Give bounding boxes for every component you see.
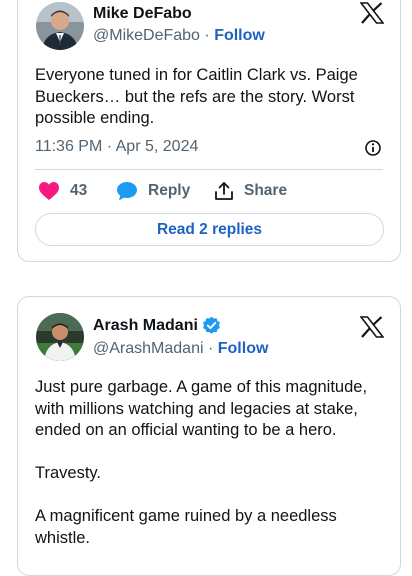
- tweet-text-paragraph: A magnificent game ruined by a needless …: [35, 507, 337, 547]
- tweet-text-paragraph: Travesty.: [35, 464, 102, 482]
- read-replies-button[interactable]: Read 2 replies: [35, 213, 384, 246]
- follow-button[interactable]: Follow: [214, 27, 265, 44]
- author-handle-line: @MikeDeFabo · Follow: [93, 27, 265, 45]
- divider: [35, 169, 383, 170]
- x-logo-icon[interactable]: [360, 2, 384, 24]
- share-button[interactable]: Share: [214, 181, 287, 201]
- avatar[interactable]: [36, 313, 84, 361]
- follow-button[interactable]: Follow: [218, 340, 269, 357]
- separator: ·: [207, 340, 214, 357]
- reply-label: Reply: [148, 182, 191, 199]
- like-button[interactable]: 43: [38, 181, 87, 201]
- tweet-text: Everyone tuned in for Caitlin Clark vs. …: [35, 66, 358, 127]
- info-icon[interactable]: [364, 139, 382, 157]
- separator: ·: [204, 27, 210, 44]
- verified-badge-icon: [202, 316, 220, 334]
- author-handle[interactable]: @ArashMadani: [93, 340, 204, 357]
- share-label: Share: [244, 182, 288, 199]
- author-handle-line: @ArashMadani · Follow: [93, 340, 268, 358]
- like-count: 43: [70, 182, 88, 199]
- tweet-card-mike-defabo[interactable]: Mike DeFabo @MikeDeFabo · Follow Everyon…: [17, 0, 401, 262]
- author-name[interactable]: Mike DeFabo: [93, 5, 192, 23]
- reply-button[interactable]: Reply: [116, 181, 190, 201]
- author-name-row: Arash Madani: [93, 316, 221, 335]
- avatar[interactable]: [36, 2, 84, 50]
- x-logo-icon[interactable]: [360, 316, 384, 338]
- tweet-text-paragraph: Just pure garbage. A game of this magnit…: [35, 378, 368, 439]
- speech-bubble-icon: [117, 182, 137, 201]
- tweet-card-arash-madani[interactable]: Arash Madani @ArashMadani · Follow Just …: [17, 296, 401, 576]
- author-name[interactable]: Arash Madani: [93, 317, 198, 335]
- author-handle[interactable]: @MikeDeFabo: [93, 27, 200, 44]
- heart-icon: [39, 182, 59, 200]
- share-icon: [215, 182, 233, 200]
- timestamp[interactable]: 11:36 PM · Apr 5, 2024: [35, 138, 198, 156]
